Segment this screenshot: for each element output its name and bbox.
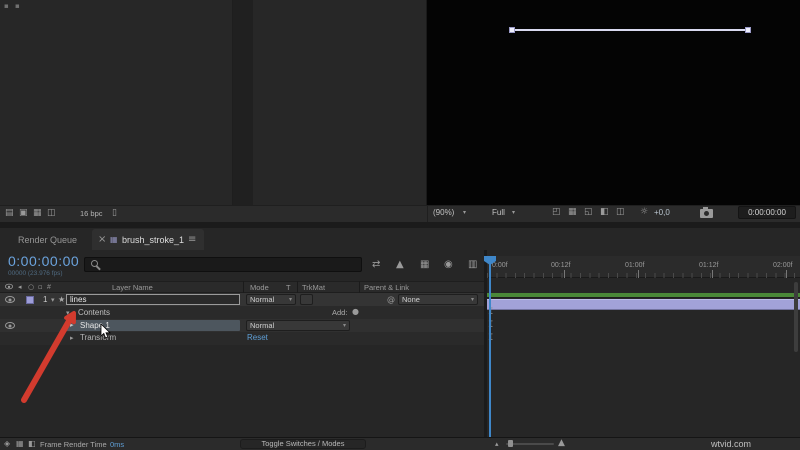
ruler-tick-label: 01:12f — [699, 262, 719, 269]
watermark: wtvid.com — [711, 439, 752, 449]
status-icon-flow[interactable]: ◧ — [28, 440, 36, 448]
region-of-interest-icon[interactable]: ◱ — [584, 208, 593, 217]
transparency-grid-icon[interactable]: ◧ — [600, 208, 609, 217]
chevron-down-icon: ▾ — [470, 295, 474, 303]
zoom-in-mountain-icon[interactable]: ▲ — [558, 439, 565, 448]
status-icon-network[interactable]: ◈ — [4, 440, 10, 448]
path-endpoint-handle[interactable] — [509, 27, 515, 33]
panel-menu-icon[interactable]: ≡ — [188, 235, 196, 245]
trash-icon[interactable]: ▯ — [112, 209, 117, 218]
project-settings-icon[interactable]: ◫ — [47, 209, 56, 218]
column-trkmat[interactable]: TrkMat — [302, 284, 325, 292]
project-panel-toolbar — [0, 205, 427, 222]
search-input[interactable] — [84, 257, 362, 272]
after-effects-window: ▪ ▪ ▤ ▣ ▦ ◫ 16 bpc ▯ (90%) ▾ Full ▾ ◰ ▦ … — [0, 0, 800, 450]
effects-panel — [253, 0, 427, 205]
panel-corner-icon[interactable]: ▪ — [4, 3, 9, 10]
reset-link[interactable]: Reset — [247, 334, 268, 342]
ruler-tick-label: 0:00f — [492, 262, 508, 269]
layer-duration-bar[interactable] — [487, 299, 800, 310]
project-panel — [0, 0, 233, 205]
ruler-tick-label: 01:00f — [625, 262, 645, 269]
frame-blend-icon[interactable]: ◉ — [444, 260, 453, 270]
panel-gutter — [233, 0, 253, 205]
frame-render-time-value: 0ms — [110, 440, 125, 449]
column-mode[interactable]: Mode — [250, 284, 269, 292]
status-icon-storage[interactable]: ▦ — [16, 440, 24, 448]
viewer-timecode[interactable]: 0:00:00:00 — [738, 206, 796, 219]
hide-shy-icon[interactable]: ▦ — [420, 260, 429, 270]
resolution-dropdown[interactable]: Full — [492, 209, 505, 217]
mini-flowchart-icon[interactable]: ⇄ — [372, 260, 380, 270]
fast-previews-icon[interactable]: ◫ — [616, 208, 625, 217]
ruler-minor-ticks — [487, 273, 800, 278]
trkmat-box[interactable] — [300, 294, 313, 305]
mouse-cursor — [100, 324, 111, 339]
lock-column-icon: ▫ — [38, 283, 43, 291]
column-parent-link[interactable]: Parent & Link — [364, 284, 409, 292]
ruler-tick-label: 02:00f — [773, 262, 793, 269]
magnification-dropdown[interactable]: (90%) — [433, 209, 454, 217]
zoom-out-mountain-icon[interactable]: ▴ — [495, 441, 499, 448]
audio-column-icon: ◂ — [18, 283, 22, 291]
add-property-button[interactable]: ● — [352, 308, 359, 316]
add-label: Add: — [332, 308, 348, 317]
shape-blend-mode-dropdown[interactable]: Normal ▾ — [246, 320, 350, 331]
video-column-icon — [5, 283, 13, 290]
column-index: # — [47, 284, 51, 291]
exposure-value[interactable]: +0,0 — [654, 209, 670, 217]
toggle-switches-modes-button[interactable]: Toggle Switches / Modes — [240, 439, 366, 449]
chevron-down-icon: ▾ — [288, 295, 292, 303]
chevron-down-icon: ▾ — [342, 321, 346, 329]
composition-icon: ▦ — [110, 235, 118, 244]
frame-count-fps: 00000 (23.976 fps) — [8, 270, 63, 277]
red-annotation-arrow — [21, 311, 76, 403]
chevron-down-icon: ▾ — [512, 209, 516, 216]
timeline-scrollbar[interactable] — [794, 282, 798, 352]
tab-render-queue[interactable]: Render Queue — [18, 236, 77, 245]
timeline-graph-area — [487, 250, 800, 437]
rendered-frames-bar — [487, 293, 800, 298]
timeline-zoom-slider[interactable] — [506, 443, 554, 445]
solo-column-icon: ○ — [28, 283, 35, 291]
panel-corner-icon[interactable]: ▪ — [15, 3, 20, 10]
column-t[interactable]: T — [286, 284, 291, 292]
tab-composition-label[interactable]: brush_stroke_1 — [122, 236, 184, 245]
snapshot-camera-icon[interactable] — [700, 207, 713, 218]
pickwhip-icon[interactable]: @ — [387, 296, 395, 304]
playhead-line[interactable] — [489, 256, 491, 437]
tab-close-icon[interactable]: × — [98, 235, 106, 245]
blend-mode-dropdown[interactable]: Normal ▾ — [246, 294, 296, 305]
ruler-tick-label: 00:12f — [551, 262, 571, 269]
frame-render-time-label: Frame Render Time — [40, 440, 107, 449]
search-icon — [91, 260, 98, 267]
mask-visibility-icon[interactable]: ▦ — [568, 208, 577, 217]
column-layer-name[interactable]: Layer Name — [112, 284, 153, 292]
draft-3d-icon[interactable]: ▲ — [396, 260, 404, 270]
grid-options-icon[interactable]: ◰ — [552, 208, 561, 217]
parent-dropdown[interactable]: None ▾ — [398, 294, 478, 305]
motion-blur-icon[interactable]: ▥ — [468, 260, 477, 270]
current-timecode[interactable]: 0:00:00:00 — [8, 254, 79, 268]
chevron-down-icon: ▾ — [463, 209, 467, 216]
color-depth-button[interactable]: 16 bpc — [80, 210, 103, 218]
interpret-footage-icon[interactable]: ▤ — [5, 209, 14, 218]
timeline-zoom-handle[interactable] — [508, 440, 513, 447]
composition-viewer[interactable] — [427, 0, 800, 205]
new-composition-icon[interactable]: ▦ — [33, 209, 42, 218]
new-folder-icon[interactable]: ▣ — [19, 209, 28, 218]
exposure-icon[interactable]: ☼ — [640, 208, 648, 217]
shape-path-line[interactable] — [512, 29, 748, 31]
path-endpoint-handle[interactable] — [745, 27, 751, 33]
